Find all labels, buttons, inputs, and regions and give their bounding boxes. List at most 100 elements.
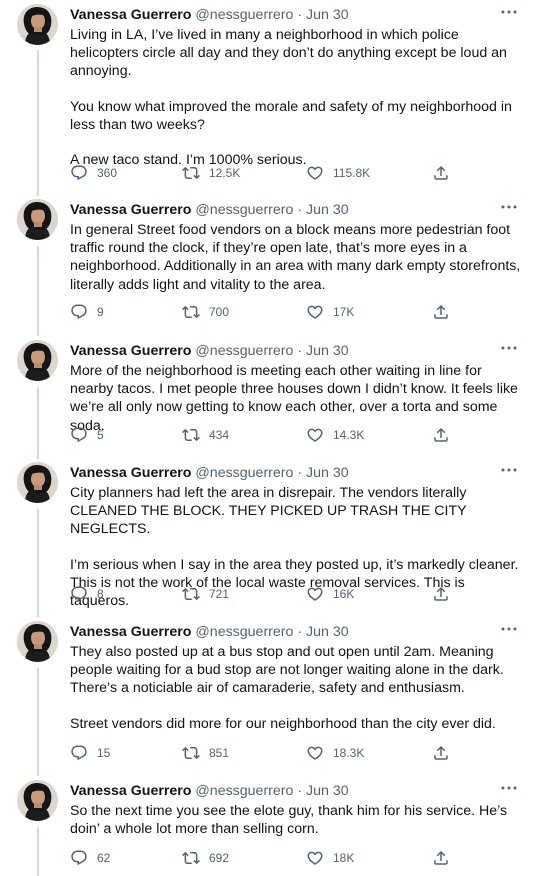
- reply-button[interactable]: 360: [70, 163, 117, 183]
- like-button[interactable]: 17K: [306, 302, 354, 322]
- more-horizontal-icon[interactable]: [498, 3, 520, 21]
- reply-button[interactable]: 62: [70, 848, 110, 868]
- like-button[interactable]: 115.8K: [306, 163, 370, 183]
- tweet-header: Vanessa Guerrero @nessguerrero · Jun 30: [70, 782, 520, 800]
- more-horizontal-icon[interactable]: [498, 461, 520, 479]
- tweet[interactable]: Vanessa Guerrero @nessguerrero · Jun 30 …: [0, 0, 540, 187]
- retweet-button[interactable]: 434: [182, 425, 229, 445]
- tweet-date[interactable]: Jun 30: [306, 783, 349, 799]
- tweet-actions: 9 700 17K: [70, 302, 450, 322]
- share-upload-icon: [432, 164, 450, 182]
- tweet-date[interactable]: Jun 30: [306, 202, 349, 218]
- tweet-paragraph: City planners had left the area in disre…: [70, 485, 467, 538]
- avatar[interactable]: [17, 462, 58, 503]
- reply-button[interactable]: 9: [70, 302, 104, 322]
- tweet[interactable]: Vanessa Guerrero @nessguerrero · Jun 30 …: [0, 617, 540, 767]
- retweet-button[interactable]: 721: [182, 584, 229, 604]
- like-count: 14.3K: [333, 428, 365, 442]
- retweet-count: 721: [209, 587, 230, 601]
- more-horizontal-icon[interactable]: [498, 779, 520, 797]
- tweet[interactable]: Vanessa Guerrero @nessguerrero · Jun 30 …: [0, 458, 540, 609]
- avatar[interactable]: [17, 199, 58, 240]
- author-handle[interactable]: @nessguerrero: [195, 465, 293, 481]
- avatar[interactable]: [17, 621, 58, 662]
- reply-button[interactable]: 15: [70, 743, 110, 763]
- retweet-icon: [182, 426, 200, 444]
- tweet-date[interactable]: Jun 30: [306, 465, 349, 481]
- tweet-paragraph: In general Street food vendors on a bloc…: [70, 222, 521, 293]
- retweet-count: 434: [209, 428, 230, 442]
- tweet-date[interactable]: Jun 30: [306, 343, 349, 359]
- avatar[interactable]: [17, 4, 58, 45]
- like-count: 16K: [333, 587, 355, 601]
- avatar[interactable]: [17, 340, 58, 381]
- like-count: 18K: [333, 851, 355, 865]
- reply-count: 360: [97, 166, 118, 180]
- reply-bubble-icon: [70, 585, 88, 603]
- tweet-actions: 62 692 18K: [70, 848, 450, 868]
- tweet-header: Vanessa Guerrero @nessguerrero · Jun 30: [70, 342, 520, 360]
- like-button[interactable]: 16K: [306, 584, 354, 604]
- author-handle[interactable]: @nessguerrero: [195, 624, 293, 640]
- more-horizontal-icon[interactable]: [498, 198, 520, 216]
- retweet-icon: [182, 585, 200, 603]
- meta-separator: ·: [297, 465, 303, 481]
- meta-separator: ·: [297, 202, 303, 218]
- tweet[interactable]: Vanessa Guerrero @nessguerrero · Jun 30 …: [0, 776, 540, 872]
- author-name[interactable]: Vanessa Guerrero: [70, 343, 191, 359]
- more-horizontal-icon[interactable]: [498, 620, 520, 638]
- share-button[interactable]: [432, 425, 450, 445]
- share-upload-icon: [432, 585, 450, 603]
- author-handle[interactable]: @nessguerrero: [195, 343, 293, 359]
- reply-bubble-icon: [70, 849, 88, 867]
- reply-button[interactable]: 5: [70, 425, 104, 445]
- tweet[interactable]: Vanessa Guerrero @nessguerrero · Jun 30 …: [0, 336, 540, 449]
- avatar[interactable]: [17, 780, 58, 821]
- tweet-text: In general Street food vendors on a bloc…: [70, 221, 524, 294]
- tweet-date[interactable]: Jun 30: [306, 7, 349, 23]
- author-handle[interactable]: @nessguerrero: [195, 7, 293, 23]
- retweet-button[interactable]: 700: [182, 302, 229, 322]
- author-name[interactable]: Vanessa Guerrero: [70, 465, 191, 481]
- like-button[interactable]: 18K: [306, 848, 354, 868]
- reply-bubble-icon: [70, 426, 88, 444]
- meta-separator: ·: [297, 343, 303, 359]
- share-button[interactable]: [432, 848, 450, 868]
- reply-count: 5: [97, 428, 104, 442]
- tweet-actions: 15 851 18.3K: [70, 743, 450, 763]
- heart-icon: [306, 164, 324, 182]
- reply-count: 62: [97, 851, 111, 865]
- tweet-paragraph: Living in LA, I’ve lived in many a neigh…: [70, 27, 507, 80]
- retweet-button[interactable]: 692: [182, 848, 229, 868]
- reply-button[interactable]: 8: [70, 584, 104, 604]
- more-horizontal-icon[interactable]: [498, 339, 520, 357]
- author-name[interactable]: Vanessa Guerrero: [70, 624, 191, 640]
- share-upload-icon: [432, 426, 450, 444]
- tweet-paragraph: More of the neighborhood is meeting each…: [70, 363, 518, 434]
- share-button[interactable]: [432, 163, 450, 183]
- retweet-icon: [182, 303, 200, 321]
- heart-icon: [306, 426, 324, 444]
- retweet-button[interactable]: 851: [182, 743, 229, 763]
- like-button[interactable]: 14.3K: [306, 425, 364, 445]
- retweet-button[interactable]: 12.5K: [182, 163, 240, 183]
- heart-icon: [306, 303, 324, 321]
- author-name[interactable]: Vanessa Guerrero: [70, 7, 191, 23]
- tweet-text: More of the neighborhood is meeting each…: [70, 362, 524, 435]
- tweet-date[interactable]: Jun 30: [306, 624, 349, 640]
- author-name[interactable]: Vanessa Guerrero: [70, 783, 191, 799]
- tweet-header: Vanessa Guerrero @nessguerrero · Jun 30: [70, 6, 520, 24]
- reply-bubble-icon: [70, 303, 88, 321]
- like-count: 18.3K: [333, 746, 365, 760]
- share-button[interactable]: [432, 584, 450, 604]
- tweet[interactable]: Vanessa Guerrero @nessguerrero · Jun 30 …: [0, 195, 540, 326]
- tweet-actions: 5 434 14.3K: [70, 425, 450, 445]
- share-button[interactable]: [432, 743, 450, 763]
- author-name[interactable]: Vanessa Guerrero: [70, 202, 191, 218]
- reply-count: 9: [97, 305, 104, 319]
- share-button[interactable]: [432, 302, 450, 322]
- author-handle[interactable]: @nessguerrero: [195, 783, 293, 799]
- like-button[interactable]: 18.3K: [306, 743, 364, 763]
- heart-icon: [306, 849, 324, 867]
- author-handle[interactable]: @nessguerrero: [195, 202, 293, 218]
